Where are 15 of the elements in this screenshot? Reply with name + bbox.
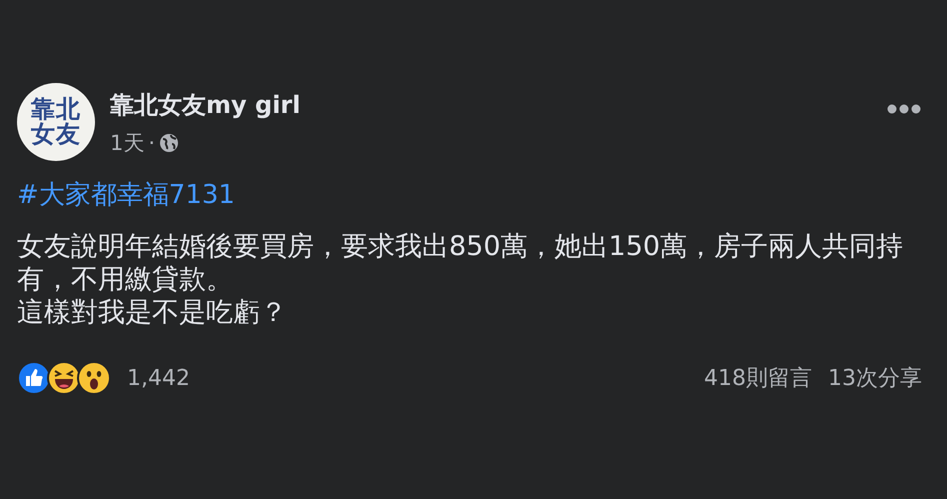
page-avatar[interactable]: 靠北 女友 <box>17 83 95 161</box>
share-count[interactable]: 13次分享 <box>828 363 922 393</box>
hashtag-link[interactable]: #大家都幸福7131 <box>17 177 235 212</box>
page-name[interactable]: 靠北女友my girl <box>110 89 871 121</box>
separator-dot: · <box>148 131 156 155</box>
globe-icon <box>159 133 180 153</box>
reaction-count[interactable]: 1,442 <box>127 366 190 390</box>
post-text: 女友說明年結婚後要買房，要求我出850萬，她出150萬，房子兩人共同持有，不用繳貸款。 <box>17 230 904 296</box>
laughing-face-icon <box>47 361 81 395</box>
post-time[interactable]: 1天 <box>110 129 144 157</box>
more-options-icon[interactable] <box>886 103 922 115</box>
post-text: 這樣對我是不是吃虧？ <box>17 296 288 329</box>
comment-count[interactable]: 418則留言 <box>704 363 812 393</box>
surprised-face-icon <box>77 361 111 395</box>
like-icon <box>17 361 51 395</box>
